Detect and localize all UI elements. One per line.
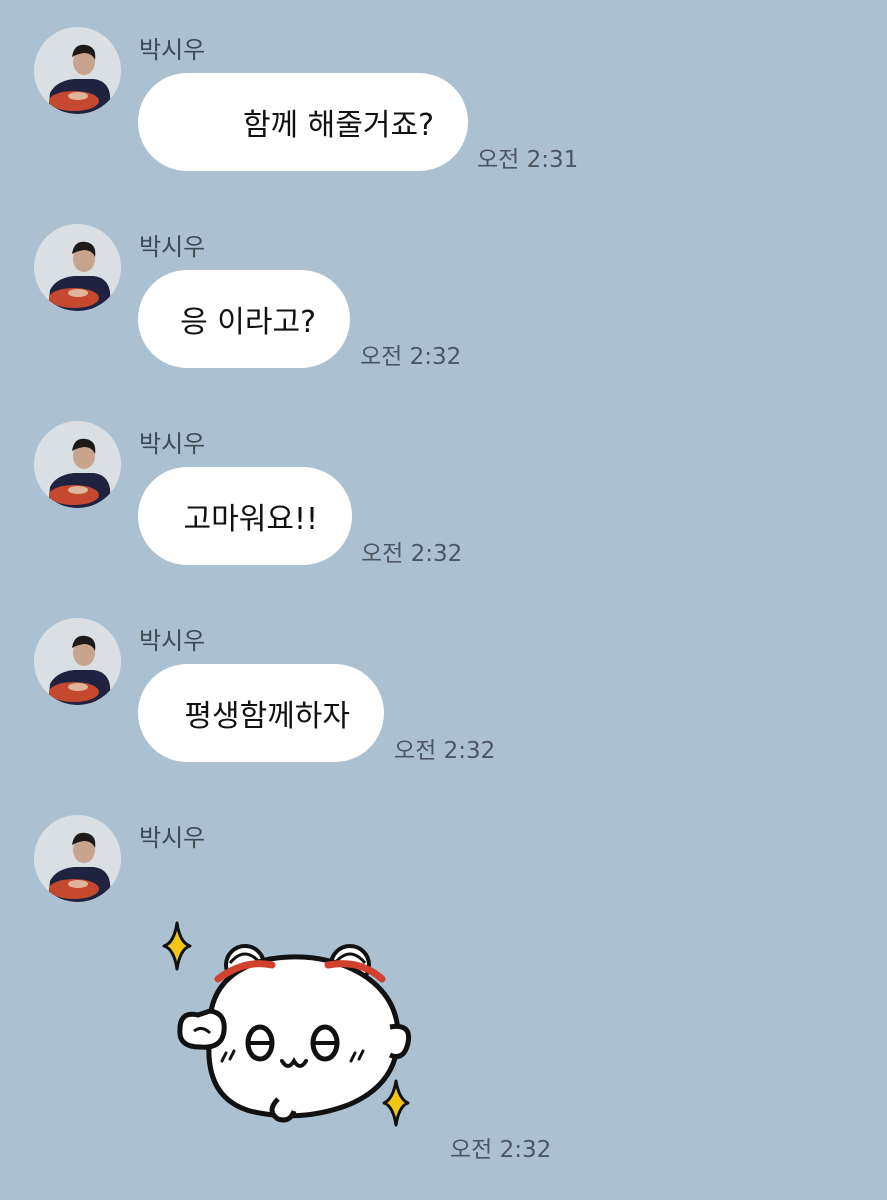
message-row: 박시우 [0, 788, 887, 1200]
message-row: 박시우 응 이라고? 오전 2:32 [0, 197, 887, 394]
sender-name: 박시우 [139, 627, 206, 655]
message-bubble[interactable]: 평생함께하자 [138, 664, 384, 762]
message-row: 박시우 고마워요!! 오전 2:32 [0, 394, 887, 591]
avatar[interactable] [34, 618, 121, 705]
avatar[interactable] [34, 815, 121, 902]
message-time: 오전 2:32 [360, 344, 462, 370]
message-time: 오전 2:32 [450, 1137, 552, 1163]
sticker[interactable] [150, 915, 420, 1140]
sender-name: 박시우 [139, 824, 206, 852]
avatar[interactable] [34, 421, 121, 508]
message-bubble[interactable]: 함께 해줄거죠? [138, 73, 468, 171]
message-time: 오전 2:32 [394, 738, 496, 764]
message-bubble[interactable]: 응 이라고? [138, 270, 350, 368]
sender-name: 박시우 [139, 430, 206, 458]
message-bubble[interactable]: 고마워요!! [138, 467, 352, 565]
avatar[interactable] [34, 27, 121, 114]
message-time: 오전 2:31 [477, 147, 579, 173]
message-time: 오전 2:32 [361, 541, 463, 567]
message-row: 박시우 함께 해줄거죠? 오전 2:31 [0, 0, 887, 197]
message-row: 박시우 평생함께하자 오전 2:32 [0, 591, 887, 788]
sender-name: 박시우 [139, 36, 206, 64]
avatar[interactable] [34, 224, 121, 311]
sender-name: 박시우 [139, 233, 206, 261]
